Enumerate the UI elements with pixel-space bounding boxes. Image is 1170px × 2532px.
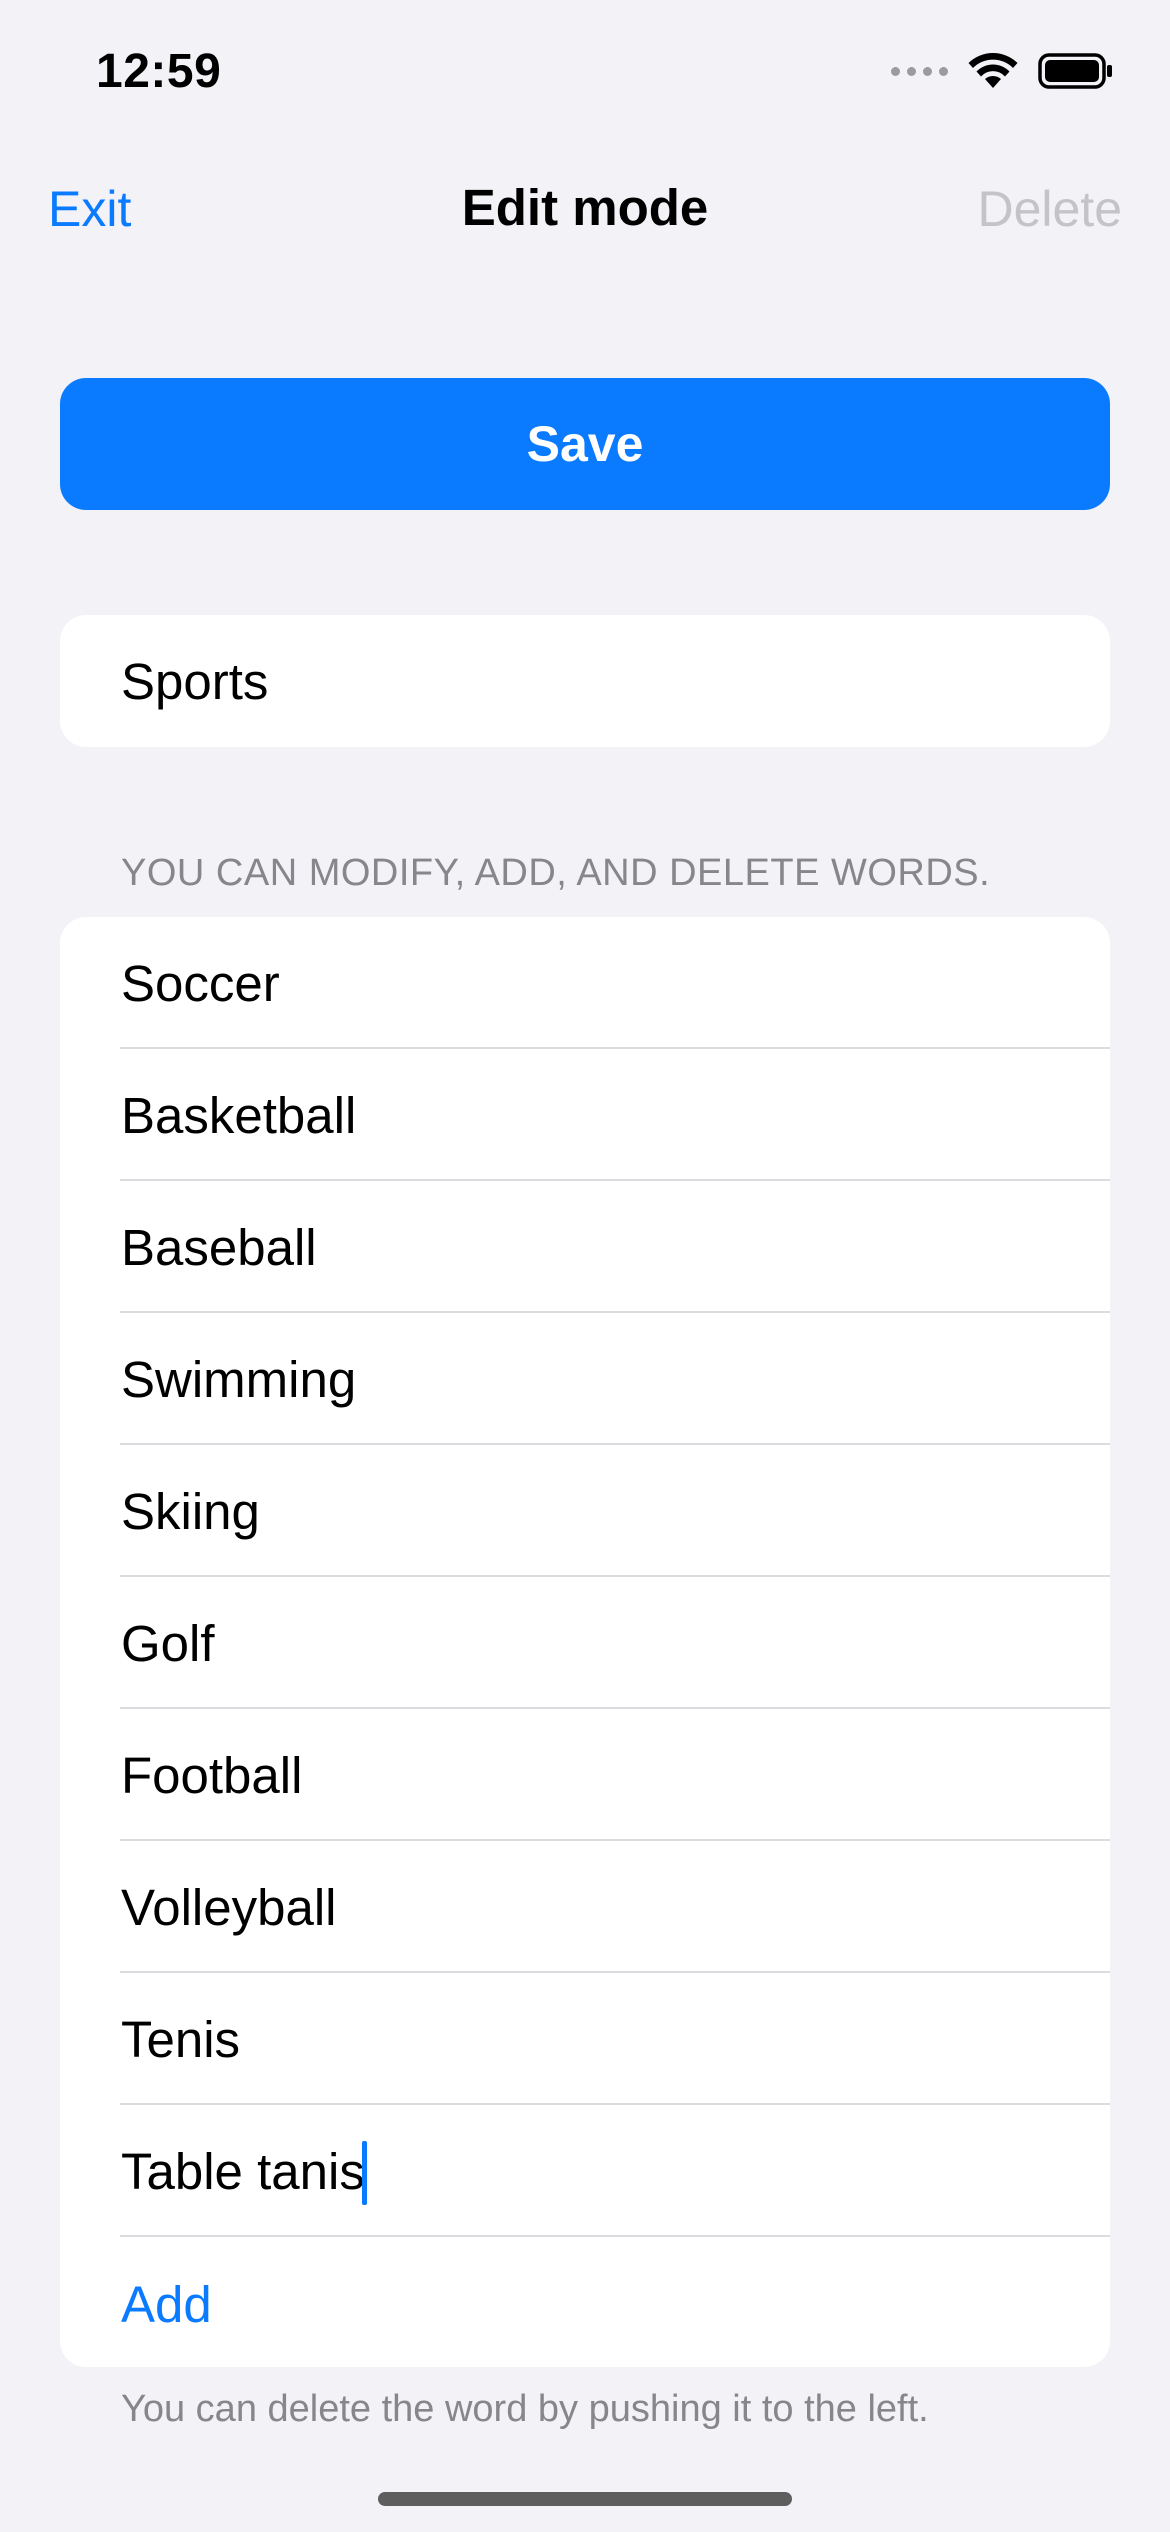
words-list: Add <box>60 917 1110 2367</box>
list-item <box>60 1445 1110 1577</box>
home-indicator[interactable] <box>378 2492 792 2506</box>
status-icons <box>891 52 1114 90</box>
word-input[interactable] <box>121 1049 1081 1181</box>
footer-hint: You can delete the word by pushing it to… <box>121 2388 929 2430</box>
text-cursor <box>362 2141 367 2205</box>
delete-button[interactable]: Delete <box>977 180 1122 238</box>
list-item <box>60 1973 1110 2105</box>
list-item <box>60 917 1110 1049</box>
word-input[interactable] <box>121 1445 1081 1577</box>
battery-icon <box>1038 53 1112 89</box>
list-item <box>60 1577 1110 1709</box>
cellular-signal-icon <box>891 66 948 76</box>
word-input[interactable] <box>121 917 1081 1049</box>
status-bar: 12:59 <box>0 0 1170 150</box>
wifi-icon <box>968 52 1018 88</box>
category-name-input[interactable] <box>121 615 1061 747</box>
edit-mode-screen: 12:59 Exit Edit mode Delete Save Sports … <box>0 0 1170 2532</box>
list-item-focused <box>60 2105 1110 2237</box>
save-button[interactable]: Save <box>60 378 1110 510</box>
list-item <box>60 1181 1110 1313</box>
list-item <box>60 1709 1110 1841</box>
add-word-label: Add <box>121 2276 212 2333</box>
word-input-focused[interactable] <box>121 2105 1081 2237</box>
word-input[interactable] <box>121 1973 1081 2105</box>
words-section-header: YOU CAN MODIFY, ADD, AND DELETE WORDS. <box>121 852 991 894</box>
word-input[interactable] <box>121 1577 1081 1709</box>
word-input[interactable] <box>121 1313 1081 1445</box>
list-item <box>60 1313 1110 1445</box>
list-item <box>60 1049 1110 1181</box>
category-name-card <box>60 615 1110 747</box>
add-word-button[interactable]: Add <box>60 2237 1110 2367</box>
status-time: 12:59 <box>96 45 222 98</box>
word-input[interactable] <box>121 1181 1081 1313</box>
navigation-bar: Exit Edit mode Delete <box>0 160 1170 260</box>
word-input[interactable] <box>121 1709 1081 1841</box>
word-input[interactable] <box>121 1841 1081 1973</box>
list-item <box>60 1841 1110 1973</box>
